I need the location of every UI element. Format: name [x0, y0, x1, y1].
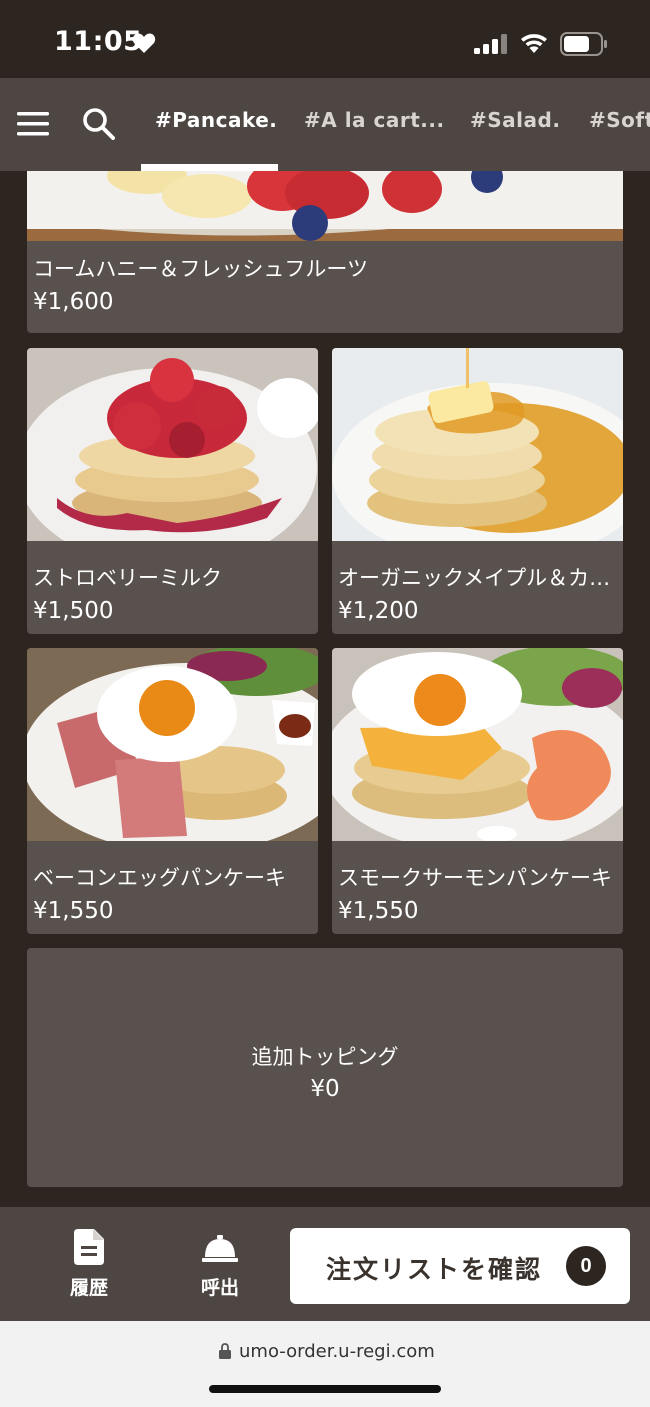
order-button-label: 注文リストを確認: [326, 1256, 543, 1284]
order-count-badge: 0: [566, 1246, 606, 1286]
menu-item-name: コームハニー＆フレッシュフルーツ: [33, 257, 368, 281]
menu-item-name: ストロベリーミルク: [33, 566, 222, 590]
menu-item-price: ¥1,550: [33, 898, 114, 924]
browser-address-bar[interactable]: umo-order.u-regi.com: [0, 1321, 650, 1407]
lock-icon: [219, 1343, 231, 1359]
menu-item-card[interactable]: コームハニー＆フレッシュフルーツ ¥1,600: [27, 171, 623, 333]
menu-item-photo: [332, 648, 623, 841]
menu-item-photo: [27, 171, 623, 241]
menu-item-price: ¥0: [310, 1076, 340, 1102]
menu-item-photo: [332, 348, 623, 541]
bottom-action-bar: 履歴 呼出 注文リストを確認 0: [0, 1207, 650, 1321]
menu-item-photo: [27, 648, 318, 841]
status-time: 11:05: [54, 26, 143, 57]
call-staff-button[interactable]: 呼出: [175, 1229, 265, 1300]
signal-icon: [474, 34, 507, 54]
history-button[interactable]: 履歴: [44, 1229, 134, 1300]
history-label: 履歴: [69, 1277, 108, 1299]
search-icon[interactable]: [82, 107, 116, 141]
menu-item-card[interactable]: スモークサーモンパンケーキ ¥1,550: [332, 648, 623, 934]
active-tab-indicator: [141, 164, 278, 171]
call-label: 呼出: [200, 1277, 239, 1299]
menu-item-card[interactable]: ベーコンエッグパンケーキ ¥1,550: [27, 648, 318, 934]
service-bell-icon: [202, 1235, 238, 1262]
menu-item-card[interactable]: 追加トッピング ¥0: [27, 948, 623, 1187]
home-indicator[interactable]: [209, 1385, 441, 1393]
menu-item-card[interactable]: ストロベリーミルク ¥1,500: [27, 348, 318, 634]
menu-item-name: ベーコンエッグパンケーキ: [33, 866, 287, 890]
hamburger-menu-icon[interactable]: [17, 112, 49, 136]
menu-item-name: オーガニックメイプル＆カルピス...: [338, 566, 617, 590]
menu-item-price: ¥1,550: [338, 898, 419, 924]
heart-icon: [132, 33, 156, 53]
menu-item-name: 追加トッピング: [251, 1045, 399, 1069]
menu-item-card[interactable]: オーガニックメイプル＆カルピス... ¥1,200: [332, 348, 623, 634]
view-order-list-button[interactable]: 注文リストを確認 0: [290, 1228, 630, 1304]
document-icon: [74, 1229, 104, 1265]
menu-item-price: ¥1,500: [33, 598, 114, 624]
tab-salad[interactable]: #Salad.: [470, 108, 560, 132]
url-text: umo-order.u-regi.com: [239, 1341, 435, 1362]
tab-pancake[interactable]: #Pancake.: [155, 108, 277, 132]
tab-soft[interactable]: #Soft: [589, 108, 650, 132]
tab-a-la-carte[interactable]: #A la cart...: [304, 108, 445, 132]
wifi-icon: [521, 34, 547, 53]
menu-grid: コームハニー＆フレッシュフルーツ ¥1,600 ストロベリーミルク ¥1,500: [0, 171, 650, 1207]
status-bar: 11:05: [0, 0, 650, 78]
category-nav: #Pancake. #A la cart... #Salad. #Soft: [0, 78, 650, 171]
battery-icon: [560, 32, 607, 56]
menu-item-price: ¥1,200: [338, 598, 419, 624]
menu-item-photo: [27, 348, 318, 541]
menu-item-price: ¥1,600: [33, 289, 114, 315]
menu-item-name: スモークサーモンパンケーキ: [338, 866, 613, 890]
